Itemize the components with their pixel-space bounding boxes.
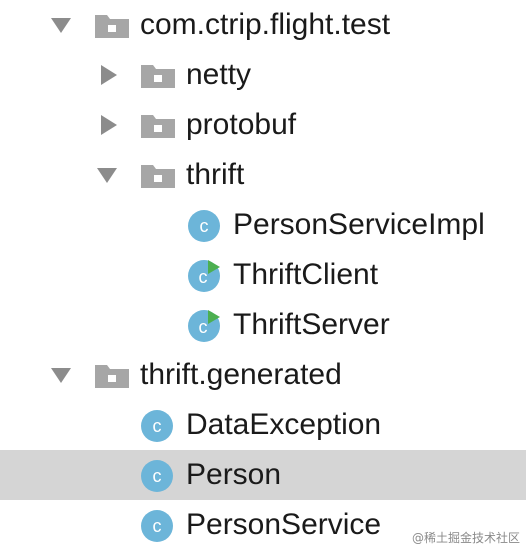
runnable-class-icon: c — [188, 310, 220, 342]
tree-row-netty[interactable]: netty — [0, 50, 526, 100]
runnable-class-icon: c — [188, 260, 220, 292]
class-icon: c — [141, 510, 173, 542]
tree-item-label: Person — [186, 458, 282, 491]
tree-row-thrift-generated[interactable]: thrift.generated — [0, 350, 526, 400]
package-folder-icon — [141, 65, 175, 88]
class-icon: c — [188, 210, 220, 242]
tree-row-com-ctrip-flight-test[interactable]: com.ctrip.flight.test — [0, 0, 526, 50]
watermark: @稀土掘金技术社区 — [411, 531, 520, 545]
tree-row-thriftclient[interactable]: c ThriftClient — [0, 250, 526, 300]
tree-item-label: PersonServiceImpl — [233, 208, 485, 241]
expanded-arrow-icon[interactable] — [48, 12, 74, 38]
collapsed-arrow-icon[interactable] — [96, 112, 122, 138]
tree-item-label: thrift — [186, 158, 245, 191]
tree-row-dataexception[interactable]: c DataException — [0, 400, 526, 450]
tree-item-label: ThriftClient — [233, 258, 379, 291]
tree-row-personserviceimpl[interactable]: c PersonServiceImpl — [0, 200, 526, 250]
package-folder-icon — [95, 365, 129, 388]
svg-text:c: c — [199, 267, 208, 287]
svg-text:c: c — [153, 516, 162, 536]
tree-item-label: ThriftServer — [233, 308, 390, 341]
tree-row-thrift[interactable]: thrift — [0, 150, 526, 200]
tree-item-label: DataException — [186, 408, 382, 441]
svg-text:c: c — [200, 216, 209, 236]
tree-item-label: protobuf — [186, 108, 297, 141]
svg-text:c: c — [153, 416, 162, 436]
svg-text:c: c — [153, 466, 162, 486]
collapsed-arrow-icon[interactable] — [96, 62, 122, 88]
class-icon: c — [141, 460, 173, 492]
svg-text:c: c — [199, 317, 208, 337]
package-folder-icon — [141, 165, 175, 188]
tree-row-person-selected[interactable]: c Person — [0, 450, 526, 500]
tree-item-label: com.ctrip.flight.test — [140, 8, 391, 41]
tree-row-thriftserver[interactable]: c ThriftServer — [0, 300, 526, 350]
tree-row-protobuf[interactable]: protobuf — [0, 100, 526, 150]
tree-item-label: netty — [186, 58, 252, 91]
tree-item-label: thrift.generated — [140, 358, 342, 391]
project-tree: com.ctrip.flight.test netty protobuf thr… — [0, 0, 526, 554]
package-folder-icon — [95, 15, 129, 38]
expanded-arrow-icon[interactable] — [48, 362, 74, 388]
class-icon: c — [141, 410, 173, 442]
expanded-arrow-icon[interactable] — [94, 162, 120, 188]
tree-item-label: PersonService — [186, 508, 382, 541]
package-folder-icon — [141, 115, 175, 138]
